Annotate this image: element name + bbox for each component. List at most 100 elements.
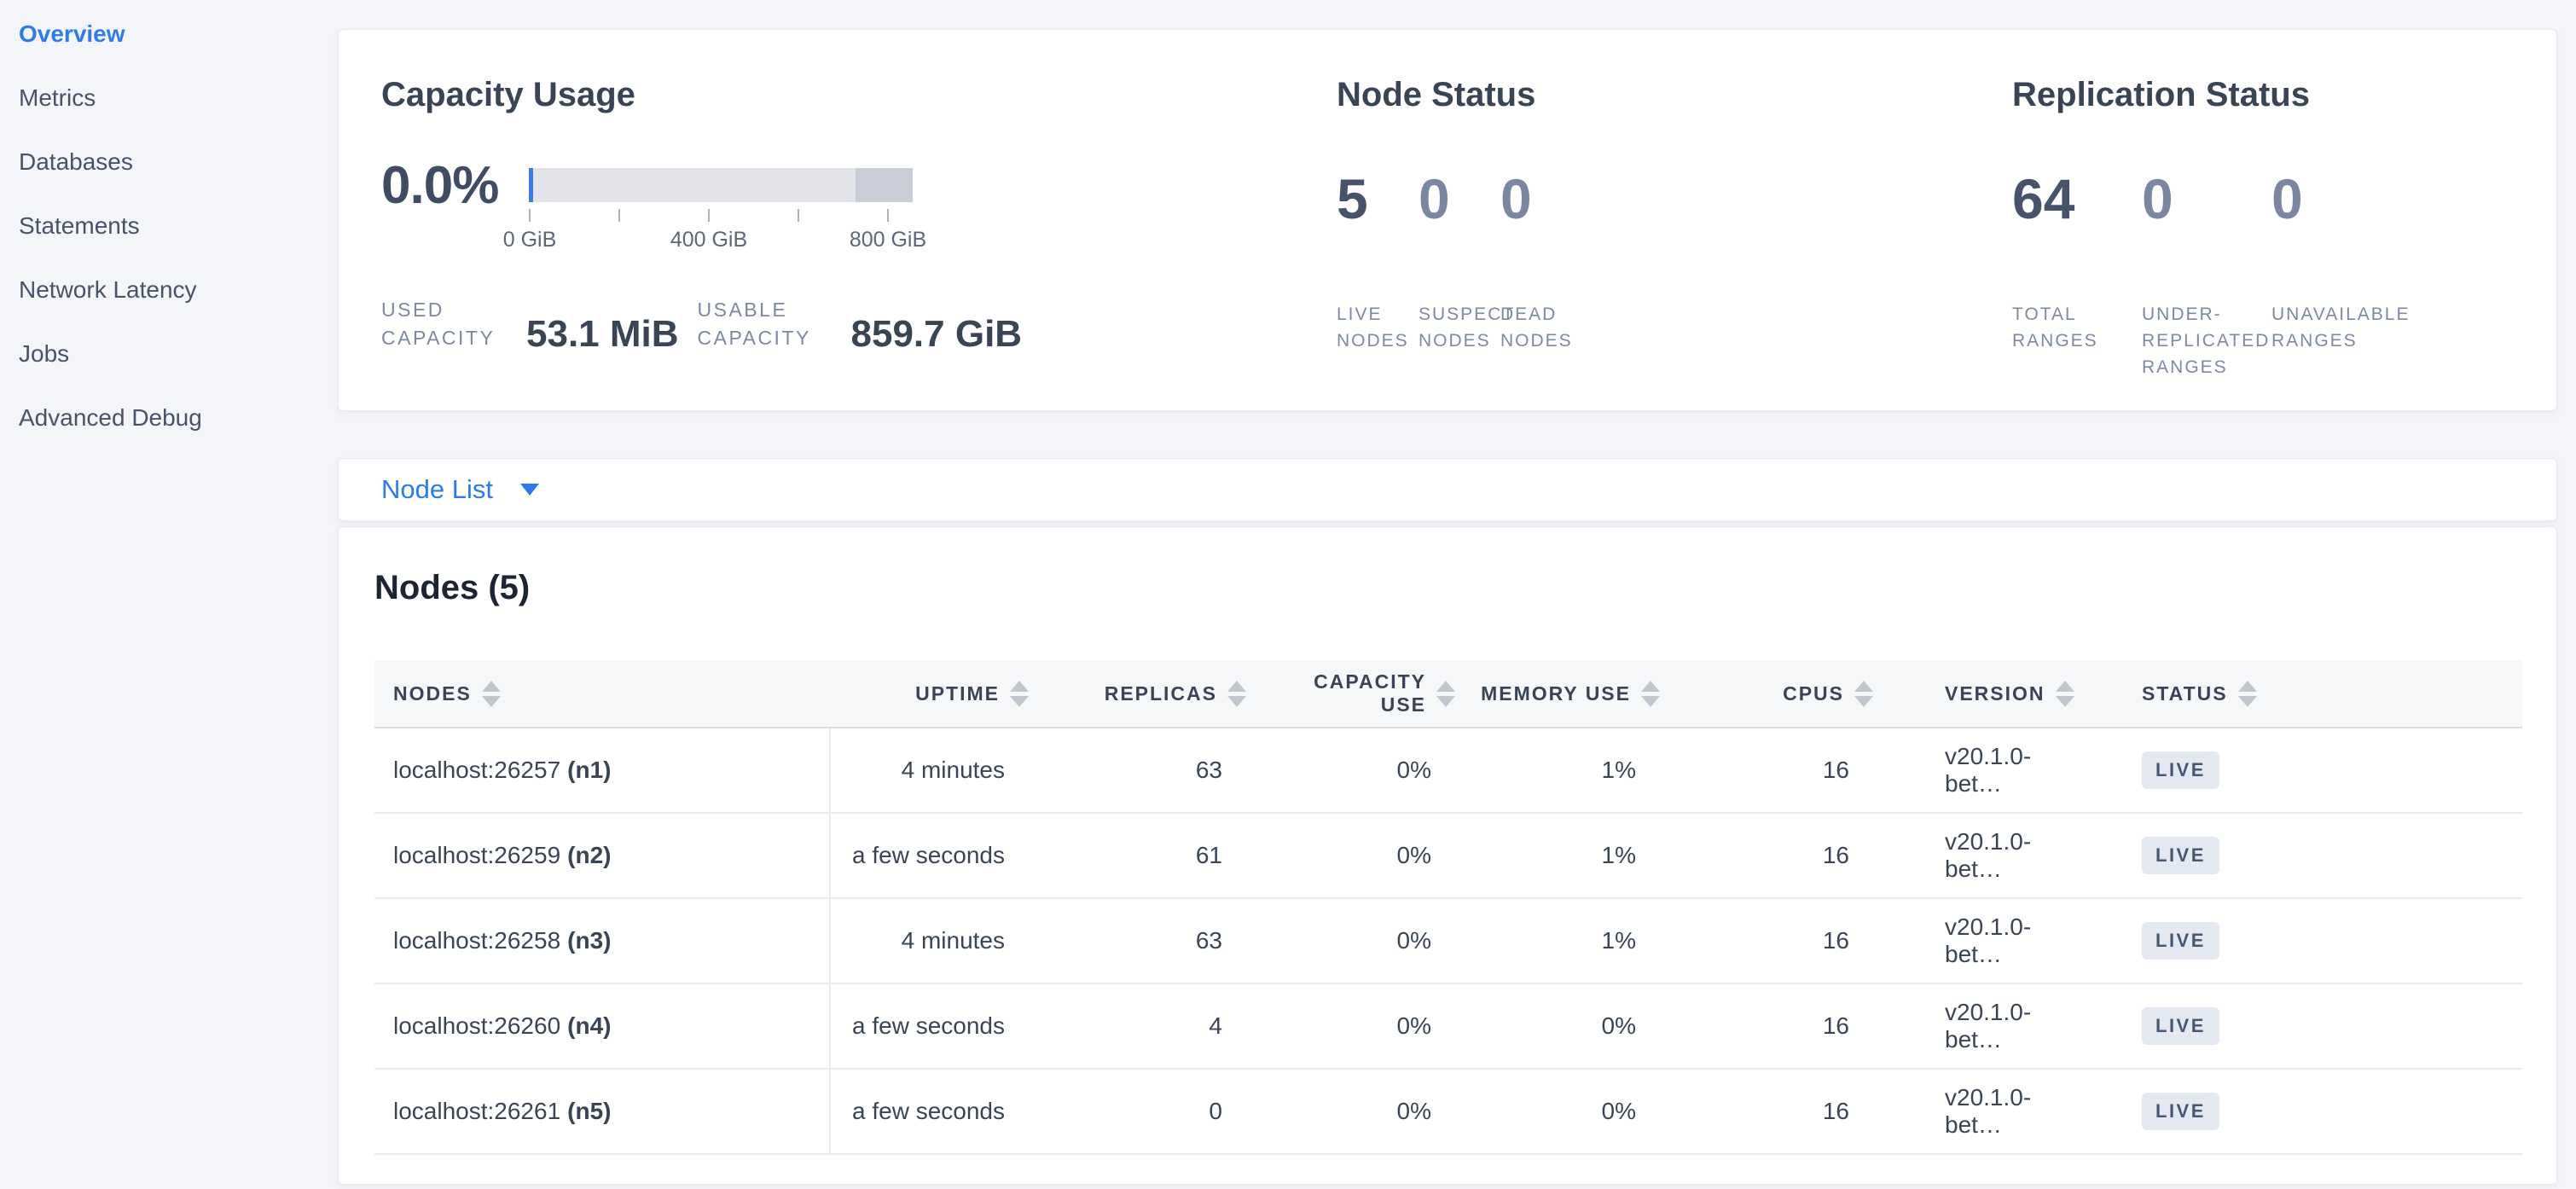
node-host-link[interactable]: localhost:26257(n1) (374, 728, 831, 812)
node-address: localhost:26258 (393, 927, 560, 954)
gauge-tick-label: 400 GiB (670, 228, 747, 252)
usable-capacity-label: USABLE CAPACITY (698, 296, 834, 352)
cell-memory-use: 0% (1471, 1070, 1675, 1153)
chevron-down-icon[interactable] (520, 484, 539, 496)
column-header-cpus[interactable]: CPUS (1675, 660, 1888, 727)
cell-status: LIVE (2085, 728, 2221, 812)
gauge-tick (618, 209, 620, 222)
cell-status: LIVE (2085, 1070, 2221, 1153)
used-capacity-label: USED CAPACITY (381, 296, 509, 352)
node-host-link[interactable]: localhost:26261 (n5) (374, 1070, 831, 1153)
nodes-table: NODES UPTIME REPLICAS CAPACITY USE MEMORY US… (374, 660, 2522, 1155)
cell-status: LIVE (2085, 899, 2221, 983)
node-host-link[interactable]: localhost:26259(n2) (374, 814, 831, 897)
sidebar-item-metrics[interactable]: Metrics (0, 66, 338, 130)
table-row: localhost:26258(n3)4 minutes630%1%16v20.… (374, 899, 2522, 984)
column-header-uptime[interactable]: UPTIME (831, 660, 1044, 727)
node-id: (n3) (567, 927, 611, 954)
sidebar-item-label: Overview (19, 20, 125, 48)
sort-icon[interactable] (482, 681, 501, 707)
cell-cpus: 16 (1675, 899, 1888, 983)
cell-capacity-use: 0% (1262, 814, 1471, 897)
column-header-label: CAPACITY USE (1262, 670, 1426, 716)
table-row: localhost:26259(n2)a few seconds610%1%16… (374, 814, 2522, 899)
sidebar-item-label: Statements (19, 212, 140, 240)
sort-icon[interactable] (2238, 681, 2257, 707)
sort-icon[interactable] (2056, 681, 2074, 707)
column-header-label: VERSION (1945, 682, 2045, 705)
used-capacity-value: 53.1 MiB (526, 313, 679, 356)
sidebar: Overview Metrics Databases Statements Ne… (0, 0, 338, 1189)
gauge-tick (887, 209, 889, 222)
node-host-link[interactable]: localhost:26260(n4) (374, 984, 831, 1068)
capacity-usage-section: Capacity Usage 0.0% 0 GiB 400 GiB 800 Gi… (339, 30, 1320, 410)
nodes-heading: Nodes (5) (374, 568, 2521, 607)
column-header-label: UPTIME (915, 682, 1000, 705)
sidebar-item-label: Jobs (19, 340, 69, 368)
node-status-section: Node Status 5 LIVE NODES 0 SUSPECT NODES… (1320, 30, 1993, 410)
column-header-label: NODES (393, 682, 472, 705)
cell-replicas: 63 (1044, 899, 1262, 983)
gauge-tick (798, 209, 799, 222)
sort-icon[interactable] (1641, 681, 1660, 707)
column-header-label: REPLICAS (1105, 682, 1217, 705)
cell-uptime: a few seconds (831, 1070, 1044, 1153)
cell-memory-use: 1% (1471, 899, 1675, 983)
unavailable-ranges-stat: 0 UNAVAILABLE RANGES (2271, 165, 2401, 380)
live-nodes-stat: 5 LIVE NODES (1337, 165, 1419, 354)
column-header-nodes[interactable]: NODES (374, 660, 831, 727)
under-replicated-ranges-label: UNDER-REPLICATED RANGES (2142, 301, 2271, 380)
sidebar-item-network-latency[interactable]: Network Latency (0, 258, 338, 322)
sidebar-item-label: Databases (19, 148, 133, 176)
cell-version: v20.1.0-bet… (1888, 728, 2085, 812)
suspect-nodes-label: SUSPECT NODES (1419, 301, 1500, 354)
sort-icon[interactable] (1854, 681, 1873, 707)
live-nodes-count: 5 (1337, 165, 1419, 233)
sidebar-item-databases[interactable]: Databases (0, 130, 338, 194)
row-filler (2221, 984, 2522, 1068)
row-filler (2221, 728, 2522, 812)
cell-status: LIVE (2085, 814, 2221, 897)
sort-icon[interactable] (1010, 681, 1029, 707)
cell-replicas: 0 (1044, 1070, 1262, 1153)
cell-replicas: 61 (1044, 814, 1262, 897)
column-header-status[interactable]: STATUS (2085, 660, 2221, 727)
node-host-link[interactable]: localhost:26258 (n3) (374, 899, 831, 983)
column-header-memory-use[interactable]: MEMORY USE (1471, 660, 1675, 727)
sidebar-item-advanced-debug[interactable]: Advanced Debug (0, 386, 338, 450)
sidebar-item-jobs[interactable]: Jobs (0, 322, 338, 386)
node-id: (n2) (567, 842, 611, 869)
table-row: localhost:26260(n4)a few seconds40%0%16v… (374, 984, 2522, 1070)
node-list-dropdown[interactable]: Node List (381, 474, 493, 505)
sort-icon[interactable] (1436, 681, 1455, 707)
status-badge: LIVE (2142, 751, 2219, 789)
cell-cpus: 16 (1675, 984, 1888, 1068)
status-badge: LIVE (2142, 922, 2219, 960)
replication-status-title: Replication Status (2012, 74, 2556, 115)
gauge-tick (529, 209, 531, 222)
unavailable-ranges-label: UNAVAILABLE RANGES (2271, 301, 2401, 354)
under-replicated-ranges-stat: 0 UNDER-REPLICATED RANGES (2142, 165, 2271, 380)
total-ranges-stat: 64 TOTAL RANGES (2012, 165, 2142, 380)
status-badge: LIVE (2142, 1093, 2219, 1130)
cell-version: v20.1.0-bet… (1888, 899, 2085, 983)
sidebar-item-overview[interactable]: Overview (0, 2, 338, 66)
sort-icon[interactable] (1227, 681, 1246, 707)
cell-replicas: 4 (1044, 984, 1262, 1068)
cluster-summary-card: Capacity Usage 0.0% 0 GiB 400 GiB 800 Gi… (338, 29, 2557, 411)
cell-status: LIVE (2085, 984, 2221, 1068)
node-id: (n5) (567, 1098, 611, 1125)
cell-capacity-use: 0% (1262, 728, 1471, 812)
column-header-replicas[interactable]: REPLICAS (1044, 660, 1262, 727)
cell-capacity-use: 0% (1262, 1070, 1471, 1153)
gauge-tick (708, 209, 710, 222)
column-header-capacity-use[interactable]: CAPACITY USE (1262, 660, 1471, 727)
sidebar-item-statements[interactable]: Statements (0, 194, 338, 258)
column-header-version[interactable]: VERSION (1888, 660, 2085, 727)
used-capacity-stat: USED CAPACITY 53.1 MiB (381, 296, 698, 356)
cell-memory-use: 1% (1471, 814, 1675, 897)
node-id: (n4) (567, 1012, 611, 1040)
dead-nodes-stat: 0 DEAD NODES (1500, 165, 1582, 354)
node-address: localhost:26257 (393, 757, 560, 784)
node-address: localhost:26261 (393, 1098, 560, 1125)
